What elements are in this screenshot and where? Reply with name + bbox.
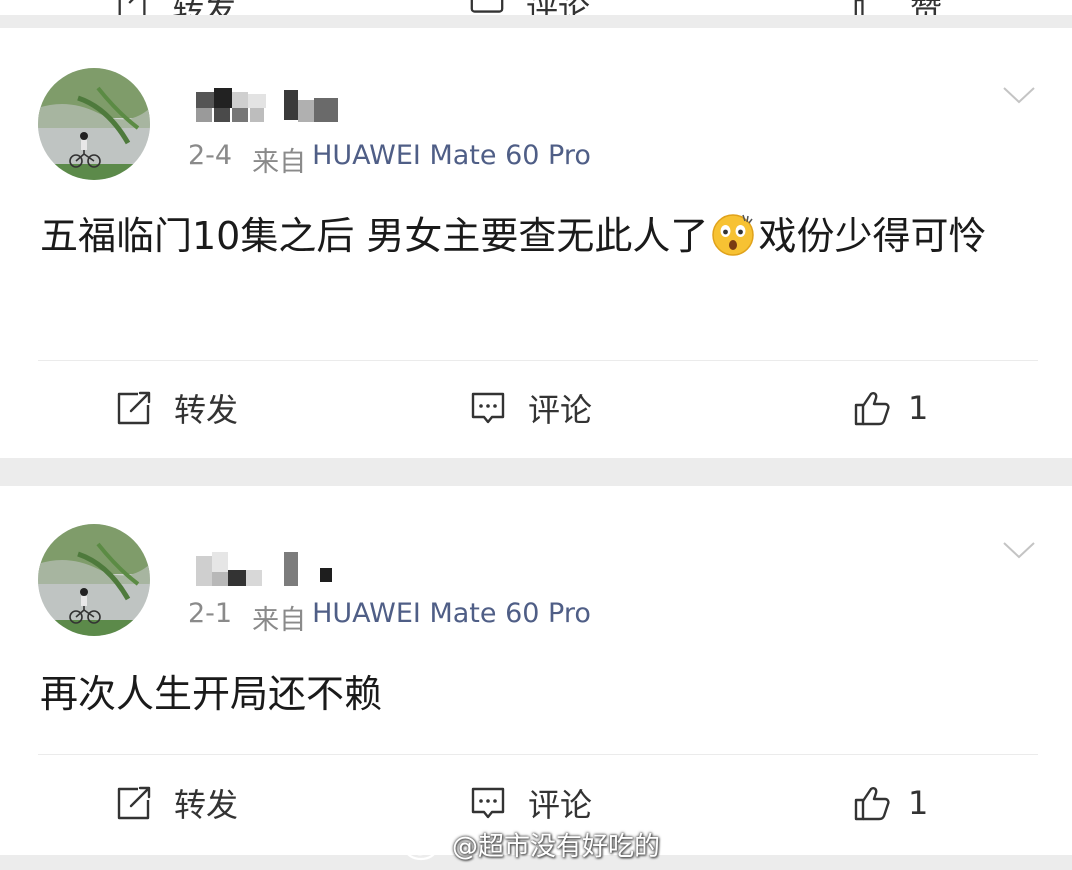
- post-text-part-1: 五福临门10集之后 男女主要查无此人了: [40, 214, 709, 258]
- watermark: @超市没有好吃的: [404, 826, 660, 863]
- source-prefix: 来自: [252, 605, 307, 636]
- previous-post-action-bar: 转发 评论 赞: [0, 0, 1072, 15]
- post-action-bar: 转发 评论 1: [0, 773, 1072, 833]
- shocked-face-emoji-icon: [710, 211, 756, 257]
- watermark-text: @超市没有好吃的: [452, 832, 661, 862]
- username-blurred[interactable]: [196, 550, 346, 590]
- username-blurred[interactable]: [196, 88, 346, 128]
- comment-button[interactable]: 评论: [468, 773, 592, 833]
- post-date: 2-1: [188, 598, 233, 629]
- divider: [38, 754, 1038, 755]
- like-button[interactable]: 1: [852, 378, 928, 438]
- post-text: 再次人生开局还不赖: [40, 672, 383, 716]
- comment-label: 评论: [528, 786, 593, 824]
- thumbs-up-icon: [852, 0, 890, 15]
- repost-button[interactable]: 转发: [114, 378, 238, 438]
- divider: [38, 360, 1038, 361]
- repost-icon: [114, 388, 154, 428]
- post-menu-chevron[interactable]: [1002, 85, 1036, 105]
- post-text-part-2: 戏份少得可怜: [758, 214, 987, 258]
- post-content: 再次人生开局还不赖: [40, 666, 1030, 722]
- comment-label: 评论: [528, 391, 593, 429]
- like-count: 1: [908, 784, 929, 822]
- source-device-link[interactable]: HUAWEI Mate 60 Pro: [312, 598, 591, 637]
- weibo-logo-icon: [404, 828, 444, 862]
- previous-comment-button[interactable]: 评论: [468, 0, 590, 15]
- like-button[interactable]: 1: [852, 773, 928, 833]
- post-content: 五福临门10集之后 男女主要查无此人了 戏份少得可怜: [40, 208, 1030, 264]
- comment-button[interactable]: 评论: [468, 378, 592, 438]
- thumbs-up-icon: [852, 783, 892, 823]
- source-prefix: 来自: [252, 147, 307, 178]
- post-meta: 2-1 来自 HUAWEI Mate 60 Pro: [188, 598, 591, 637]
- previous-like-label: 赞: [910, 0, 942, 15]
- post-meta: 2-4 来自 HUAWEI Mate 60 Pro: [188, 140, 591, 179]
- repost-button[interactable]: 转发: [114, 773, 238, 833]
- post-action-bar: 转发 评论 1: [0, 378, 1072, 438]
- repost-icon: [114, 783, 154, 823]
- repost-label: 转发: [174, 786, 239, 824]
- comment-icon: [468, 783, 508, 823]
- previous-repost-label: 转发: [172, 0, 236, 15]
- post-card: 2-4 来自 HUAWEI Mate 60 Pro 五福临门10集之后 男女主要…: [0, 28, 1072, 458]
- comment-icon: [468, 388, 508, 428]
- chevron-down-icon: [1003, 87, 1035, 104]
- comment-icon: [468, 0, 506, 15]
- previous-like-button[interactable]: 赞: [852, 0, 942, 15]
- post-date: 2-4: [188, 140, 233, 171]
- post-card: 2-1 来自 HUAWEI Mate 60 Pro 再次人生开局还不赖 转发 评…: [0, 486, 1072, 855]
- like-count: 1: [908, 389, 929, 427]
- avatar[interactable]: [38, 524, 150, 636]
- chevron-down-icon: [1003, 542, 1035, 559]
- previous-repost-button[interactable]: 转发: [114, 0, 236, 15]
- post-menu-chevron[interactable]: [1002, 540, 1036, 560]
- source-device-link[interactable]: HUAWEI Mate 60 Pro: [312, 140, 591, 179]
- repost-label: 转发: [174, 391, 239, 429]
- previous-comment-label: 评论: [526, 0, 590, 15]
- repost-icon: [114, 0, 152, 15]
- thumbs-up-icon: [852, 388, 892, 428]
- avatar[interactable]: [38, 68, 150, 180]
